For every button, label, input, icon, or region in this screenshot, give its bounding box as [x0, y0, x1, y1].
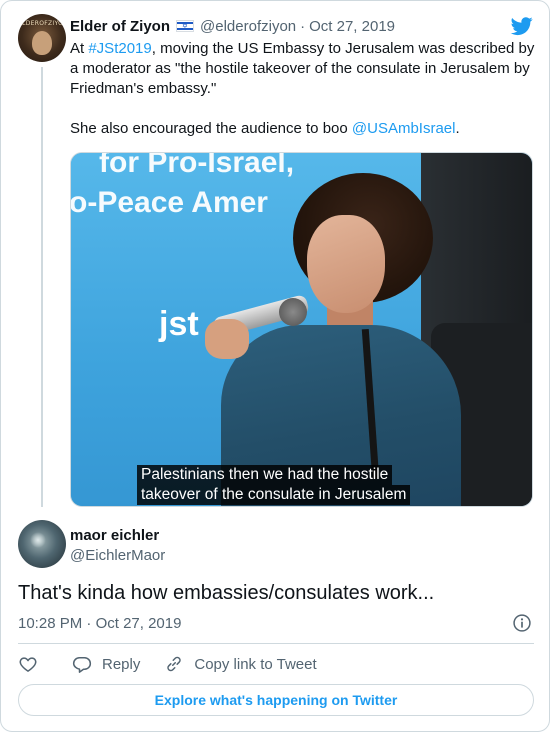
- banner-text: for Pro-Israel, o-Peace Amer: [70, 152, 295, 223]
- copy-link-button[interactable]: Copy link to Tweet: [164, 654, 317, 674]
- parent-tweet-text: At #JSt2019, moving the US Embassy to Je…: [70, 39, 540, 159]
- copy-link-label: Copy link to Tweet: [194, 655, 317, 673]
- text-segment: At: [70, 40, 89, 57]
- reply-icon: [72, 657, 92, 673]
- reply-date: Oct 27, 2019: [95, 615, 182, 632]
- link-icon: [167, 656, 182, 672]
- speaker-hand: [205, 319, 249, 359]
- reply-timestamp[interactable]: 10:28 PM · Oct 27, 2019: [18, 614, 181, 634]
- info-icon[interactable]: [512, 613, 532, 633]
- video-caption: Palestinians then we had the hostile tak…: [137, 465, 411, 505]
- parent-text-paragraph-1: At #JSt2019, moving the US Embassy to Je…: [70, 39, 540, 99]
- parent-avatar[interactable]: ELDEROFZIYON: [18, 14, 66, 62]
- caption-line-2: takeover of the consulate in Jerusalem: [137, 485, 411, 505]
- speaker-face: [307, 215, 385, 313]
- thread-line: [41, 67, 43, 507]
- parent-text-paragraph-2: She also encouraged the audience to boo …: [70, 119, 540, 139]
- parent-header: Elder of Ziyon ✡ @elderofziyon · Oct 27,…: [70, 16, 395, 36]
- parent-author-name[interactable]: Elder of Ziyon: [70, 18, 170, 35]
- banner-logo: jst: [159, 305, 199, 343]
- reply-button[interactable]: Reply: [72, 654, 140, 674]
- avatar-glare: [30, 532, 46, 548]
- heart-icon: [19, 657, 37, 672]
- reply-handle[interactable]: @EichlerMaor: [70, 546, 165, 566]
- reply-separator: ·: [86, 615, 92, 632]
- caption-line-1: Palestinians then we had the hostile: [137, 465, 393, 485]
- parent-separator: ·: [300, 17, 306, 35]
- explore-twitter-button[interactable]: Explore what's happening on Twitter: [18, 684, 534, 716]
- israel-flag-icon: ✡: [176, 20, 195, 32]
- parent-handle[interactable]: @elderofziyon: [200, 18, 296, 35]
- tweet-actions: Reply Copy link to Tweet: [18, 653, 317, 675]
- reply-author-name[interactable]: maor eichler: [70, 526, 159, 546]
- mention-link[interactable]: @USAmbIsrael: [352, 120, 456, 137]
- reply-avatar[interactable]: [18, 520, 66, 568]
- like-button[interactable]: [18, 654, 38, 674]
- embedded-tweet-card: ELDEROFZIYON Elder of Ziyon ✡ @elderofzi…: [0, 0, 550, 732]
- tweet-media-image[interactable]: for Pro-Israel, o-Peace Amer jst Palesti…: [70, 152, 533, 507]
- text-segment: She also encouraged the audience to boo: [70, 120, 352, 137]
- microphone-head: [279, 298, 307, 326]
- hashtag-link[interactable]: #JSt2019: [88, 40, 151, 57]
- parent-date[interactable]: Oct 27, 2019: [309, 18, 395, 35]
- avatar-face: [32, 31, 52, 55]
- banner-line-1: for Pro-Israel,: [99, 152, 295, 179]
- avatar-label: ELDEROFZIYON: [18, 20, 66, 27]
- reply-label: Reply: [102, 655, 141, 673]
- reply-time: 10:28 PM: [18, 615, 83, 632]
- twitter-bird-icon[interactable]: [510, 15, 534, 37]
- divider: [18, 643, 534, 644]
- banner-line-2: o-Peace Amer: [70, 186, 268, 219]
- text-segment: .: [455, 120, 460, 137]
- reply-tweet-text: That's kinda how embassies/consulates wo…: [18, 582, 435, 604]
